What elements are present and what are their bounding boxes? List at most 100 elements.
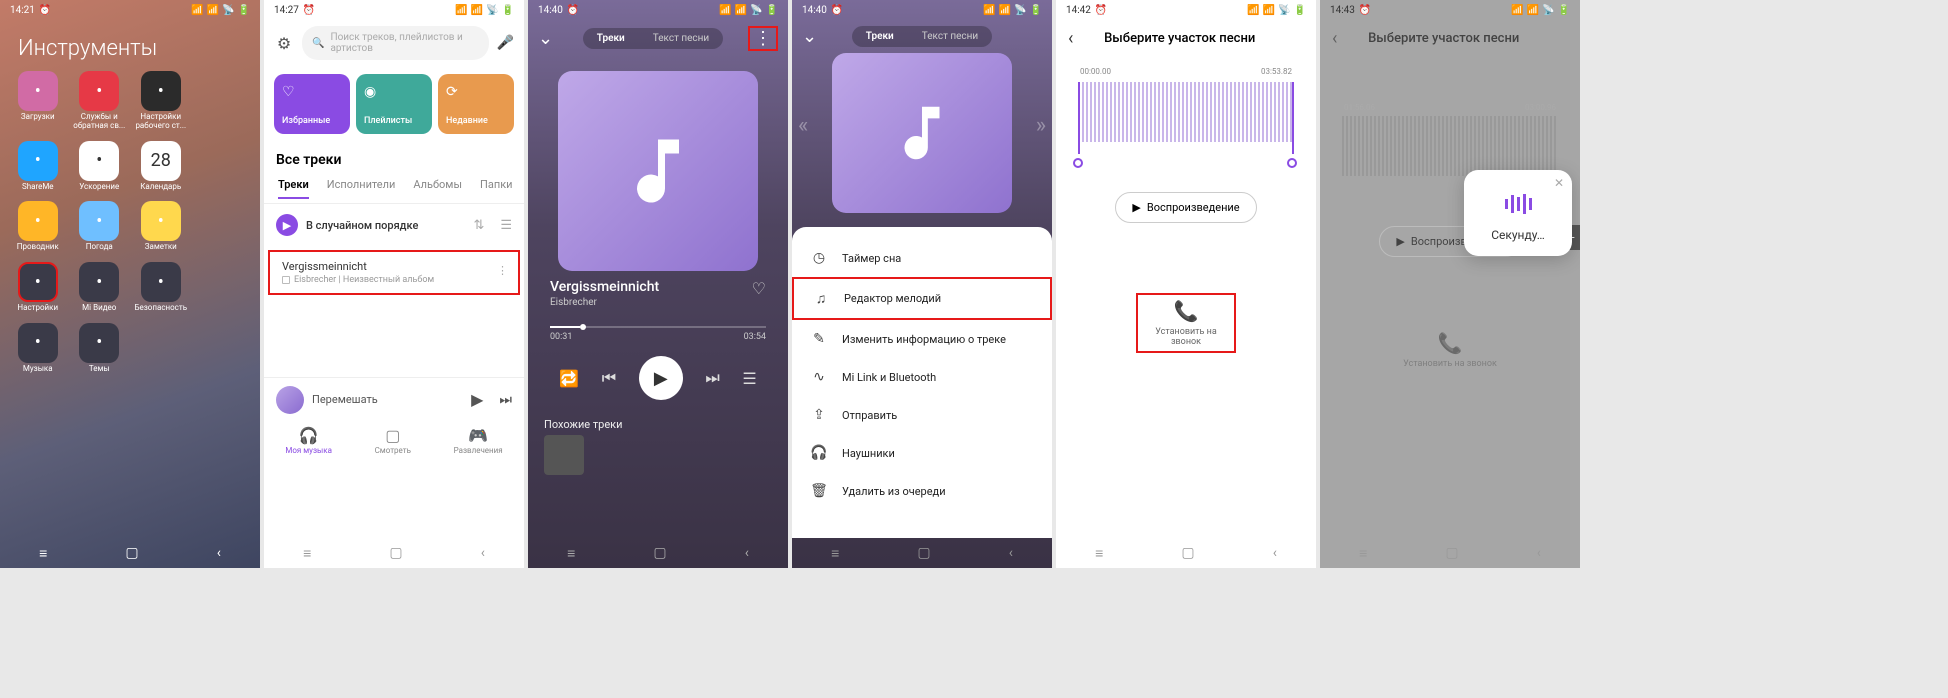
tab[interactable]: Исполнители bbox=[327, 178, 396, 199]
chevron-down-icon[interactable]: ⌄ bbox=[802, 26, 822, 47]
library-card[interactable]: ◉Плейлисты bbox=[356, 74, 432, 134]
next-art-icon[interactable]: » bbox=[1036, 113, 1046, 138]
similar-thumb[interactable] bbox=[544, 435, 584, 475]
tab-lyrics[interactable]: Текст песни bbox=[639, 28, 723, 49]
app-icon[interactable]: • bbox=[18, 323, 58, 363]
progress-bar[interactable]: 00:3103:54 bbox=[528, 308, 788, 348]
menu-label: Наушники bbox=[842, 447, 895, 460]
app-icon[interactable]: • bbox=[79, 71, 119, 111]
app-icon[interactable]: • bbox=[79, 262, 119, 302]
home-button[interactable]: ▢ bbox=[389, 545, 402, 561]
trim-handle-right[interactable] bbox=[1292, 82, 1294, 154]
app-icon[interactable]: • bbox=[141, 262, 181, 302]
alarm-icon: ⏰ bbox=[303, 5, 315, 16]
more-button[interactable]: ⋮ bbox=[748, 26, 778, 51]
card-icon: ◉ bbox=[364, 84, 424, 100]
now-playing: 14:40⏰ 📶📶📡🔋 ⌄ Треки Текст песни ⋮ Vergis… bbox=[528, 0, 788, 568]
library-card[interactable]: ♡Избранные bbox=[274, 74, 350, 134]
app-icon[interactable]: • bbox=[141, 71, 181, 111]
checkbox-icon bbox=[282, 276, 290, 284]
menu-item[interactable]: ✎Изменить информацию о треке bbox=[792, 320, 1052, 358]
tab[interactable]: Папки bbox=[480, 178, 512, 199]
recents-button[interactable]: ≡ bbox=[1095, 545, 1103, 562]
waveform[interactable] bbox=[1078, 82, 1294, 142]
app-icon[interactable]: 28 bbox=[141, 141, 181, 181]
track-title: Vergissmeinnicht bbox=[282, 260, 506, 273]
heart-icon[interactable]: ♡ bbox=[752, 279, 766, 298]
track-row[interactable]: Vergissmeinnicht Eisbrecher | Неизвестны… bbox=[268, 250, 520, 295]
more-icon[interactable]: ⋮ bbox=[497, 264, 508, 277]
tab-tracks[interactable]: Треки bbox=[852, 26, 908, 47]
recents-button[interactable]: ≡ bbox=[39, 545, 47, 562]
app-icon[interactable]: • bbox=[79, 323, 119, 363]
nav-icon: 🎧 bbox=[285, 426, 332, 445]
prev-icon[interactable]: ⏮ bbox=[602, 368, 616, 388]
back-icon[interactable]: ‹ bbox=[1332, 28, 1337, 49]
recents-button[interactable]: ≡ bbox=[831, 545, 839, 562]
prev-art-icon[interactable]: « bbox=[798, 113, 808, 138]
menu-label: Изменить информацию о треке bbox=[842, 333, 1006, 346]
mic-icon[interactable]: 🎤 bbox=[497, 35, 514, 51]
app-icon[interactable]: • bbox=[18, 141, 58, 181]
menu-label: Редактор мелодий bbox=[844, 292, 941, 305]
home-button[interactable]: ▢ bbox=[1181, 545, 1194, 561]
queue-icon[interactable]: ☰ bbox=[742, 369, 756, 388]
menu-item[interactable]: 🎧Наушники bbox=[792, 434, 1052, 472]
shuffle-play-button[interactable]: ▶ bbox=[276, 214, 298, 236]
back-button[interactable]: ‹ bbox=[1009, 545, 1013, 561]
sort-icon[interactable]: ⇅ bbox=[473, 218, 484, 233]
set-ringtone-button[interactable]: 📞 Установить на звонок bbox=[1399, 327, 1501, 373]
menu-item[interactable]: ⇪Отправить bbox=[792, 396, 1052, 434]
back-icon[interactable]: ‹ bbox=[1068, 28, 1073, 49]
menu-icon: ∿ bbox=[810, 369, 828, 385]
back-button[interactable]: ‹ bbox=[481, 545, 485, 561]
app-icon[interactable]: • bbox=[79, 141, 119, 181]
app-icon[interactable]: • bbox=[18, 262, 58, 302]
card-icon: ♡ bbox=[282, 84, 342, 100]
app-icon[interactable]: • bbox=[141, 201, 181, 241]
back-button[interactable]: ‹ bbox=[1273, 545, 1277, 561]
play-icon[interactable]: ▶ bbox=[471, 390, 483, 409]
tab[interactable]: Треки bbox=[278, 178, 309, 199]
set-ringtone-button[interactable]: 📞 Установить на звонок bbox=[1136, 293, 1236, 353]
app-icon[interactable]: • bbox=[18, 71, 58, 111]
menu-item[interactable]: ∿Mi Link и Bluetooth bbox=[792, 358, 1052, 396]
tab[interactable]: Альбомы bbox=[413, 178, 462, 199]
home-button[interactable]: ▢ bbox=[1445, 545, 1458, 561]
settings-icon[interactable]: ⚙ bbox=[274, 33, 294, 53]
back-button[interactable]: ‹ bbox=[217, 545, 221, 561]
home-button[interactable]: ▢ bbox=[653, 545, 666, 561]
library-card[interactable]: ⟳Недавние bbox=[438, 74, 514, 134]
bottom-nav-item[interactable]: ▢Смотреть bbox=[375, 426, 411, 455]
play-button[interactable]: ▶Воспроизведение bbox=[1115, 192, 1256, 223]
page-title: Выберите участок песни bbox=[1083, 31, 1276, 46]
list-icon[interactable]: ☰ bbox=[500, 218, 512, 233]
recents-button[interactable]: ≡ bbox=[303, 545, 311, 562]
play-button[interactable]: ▶ bbox=[639, 356, 683, 400]
close-icon[interactable]: ✕ bbox=[1554, 176, 1564, 190]
menu-item[interactable]: ◷Таймер сна bbox=[792, 239, 1052, 277]
app-icon[interactable]: • bbox=[18, 201, 58, 241]
next-icon[interactable]: ⏭ bbox=[705, 368, 719, 388]
app-label: Службы и обратная св... bbox=[72, 113, 128, 131]
chevron-down-icon[interactable]: ⌄ bbox=[538, 28, 558, 49]
tab-lyrics[interactable]: Текст песни bbox=[908, 26, 992, 47]
mini-player[interactable]: Перемешать ▶ ⏭ bbox=[264, 377, 524, 422]
back-button[interactable]: ‹ bbox=[745, 545, 749, 561]
recents-button[interactable]: ≡ bbox=[567, 545, 575, 562]
bottom-nav-item[interactable]: 🎮Развлечения bbox=[454, 426, 503, 455]
back-button[interactable]: ‹ bbox=[1537, 545, 1541, 561]
home-button[interactable]: ▢ bbox=[125, 545, 138, 561]
bottom-nav-item[interactable]: 🎧Моя музыка bbox=[285, 426, 332, 455]
tab-tracks[interactable]: Треки bbox=[583, 28, 639, 49]
repeat-icon[interactable]: 🔁 bbox=[559, 369, 579, 388]
app-icon[interactable]: • bbox=[79, 201, 119, 241]
trim-handle-left[interactable] bbox=[1078, 82, 1080, 154]
search-input[interactable]: 🔍Поиск треков, плейлистов и артистов bbox=[302, 26, 489, 60]
waveform[interactable] bbox=[1342, 116, 1558, 176]
next-icon[interactable]: ⏭ bbox=[499, 392, 512, 408]
home-button[interactable]: ▢ bbox=[917, 545, 930, 561]
menu-item[interactable]: 🗑Удалить из очереди bbox=[792, 472, 1052, 510]
recents-button[interactable]: ≡ bbox=[1359, 545, 1367, 562]
menu-item[interactable]: ♫Редактор мелодий bbox=[792, 277, 1052, 320]
